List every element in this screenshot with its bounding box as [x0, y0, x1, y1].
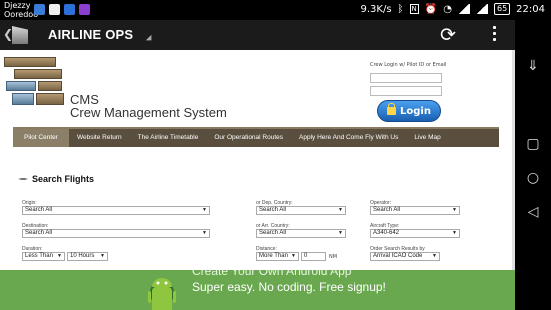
duration-operator-value: Less Than	[25, 253, 53, 259]
facebook-notification-icon	[64, 4, 75, 15]
nav-apply[interactable]: Apply Here And Come Fly With Us	[291, 129, 406, 147]
login-button[interactable]: Login	[377, 100, 441, 122]
duration-select[interactable]: 10 Hours ▼	[67, 252, 108, 261]
system-nav-bar: ⇓ ▢ ○ ◁	[515, 20, 551, 310]
login-label: Crew Login w/ Pilot ID or Email	[370, 62, 447, 68]
distance-unit: NM	[329, 254, 338, 260]
lock-icon	[387, 103, 397, 115]
wifi-icon: ◔	[443, 3, 452, 15]
app-title: AIRLINE OPS	[48, 27, 134, 42]
battery-icon: 65	[493, 3, 511, 15]
dep-country-select[interactable]: Search All ▼	[256, 206, 346, 215]
signal-icon-1	[457, 4, 470, 14]
distance-input[interactable]: 0	[301, 252, 326, 261]
app-logo-icon[interactable]	[12, 26, 28, 44]
clock: 22:04	[516, 3, 545, 15]
recents-icon[interactable]: ▢	[524, 136, 542, 152]
search-flights-title: Search Flights	[32, 174, 95, 184]
ad-banner[interactable]: Create Your Own Android App Super easy. …	[0, 270, 515, 310]
nav-operational-routes[interactable]: Our Operational Routes	[206, 129, 291, 147]
bluetooth-icon: ᛒ	[397, 3, 404, 15]
nav-website-return[interactable]: Website Return	[69, 129, 130, 147]
top-navigation: Pilot Center Website Return The Airline …	[13, 127, 499, 147]
distance-value: 0	[304, 253, 308, 259]
plane-icon	[18, 178, 28, 180]
carrier-info: Djezzy Ooredoo	[4, 1, 38, 19]
back-icon[interactable]: ◁	[524, 204, 542, 220]
messenger-notification-icon	[79, 4, 90, 15]
duration-value: 10 Hours	[70, 253, 95, 259]
distance-operator-value: More Than	[259, 253, 288, 259]
app-notification-icon	[34, 4, 45, 15]
nav-pilot-center[interactable]: Pilot Center	[13, 129, 69, 147]
arr-country-select[interactable]: Search All ▼	[256, 229, 346, 238]
operator-select[interactable]: Search All ▼	[370, 206, 460, 215]
photo-notification-icon	[49, 4, 60, 15]
destination-select[interactable]: Search All ▼	[22, 229, 210, 238]
action-bar: ❮ AIRLINE OPS ⟳	[0, 20, 515, 50]
nfc-icon: N	[409, 4, 419, 14]
carrier-1: Djezzy	[4, 1, 31, 10]
login-button-label: Login	[400, 105, 431, 117]
operator-value: Search All	[373, 207, 401, 213]
pilot-id-input[interactable]	[370, 73, 442, 83]
notification-pull-icon[interactable]: ⇓	[524, 58, 542, 74]
home-icon[interactable]: ○	[524, 170, 542, 186]
nav-live-map[interactable]: Live Map	[406, 129, 448, 147]
overflow-menu-icon[interactable]	[493, 26, 497, 41]
distance-operator-select[interactable]: More Than ▼	[256, 252, 299, 261]
destination-value: Search All	[25, 230, 53, 236]
dep-country-value: Search All	[259, 207, 287, 213]
status-bar: Djezzy Ooredoo 9.3K/s ᛒ N ⏰ ◔ 65 22:04	[0, 0, 551, 20]
alarm-icon: ⏰	[424, 3, 438, 15]
password-input[interactable]	[370, 86, 442, 96]
dropdown-corner-icon	[145, 34, 155, 44]
signal-icon-2	[475, 4, 488, 14]
network-speed: 9.3K/s	[360, 3, 392, 15]
ad-tagline: Super easy. No coding. Free signup!	[192, 280, 386, 294]
origin-value: Search All	[25, 207, 53, 213]
logo-subtitle: Crew Management System	[70, 105, 227, 120]
refresh-icon[interactable]: ⟳	[440, 24, 456, 46]
search-flights-heading: Search Flights	[18, 174, 94, 184]
webview-page: CMS Crew Management System Crew Login w/…	[0, 50, 515, 310]
order-select[interactable]: Arrival ICAO Code ▼	[370, 252, 440, 261]
cms-logo	[4, 55, 64, 115]
aircraft-select[interactable]: A340-642 ▼	[370, 229, 460, 238]
duration-operator-select[interactable]: Less Than ▼	[22, 252, 65, 261]
ad-headline: Create Your Own Android App	[192, 270, 352, 278]
nav-airline-timetable[interactable]: The Airline Timetable	[130, 129, 207, 147]
android-robot-icon	[148, 278, 176, 310]
back-chevron-icon[interactable]: ❮	[3, 27, 13, 41]
aircraft-value: A340-642	[373, 230, 400, 236]
carrier-2: Ooredoo	[4, 10, 39, 19]
origin-select[interactable]: Search All ▼	[22, 206, 210, 215]
order-value: Arrival ICAO Code	[373, 253, 423, 259]
arr-country-value: Search All	[259, 230, 287, 236]
